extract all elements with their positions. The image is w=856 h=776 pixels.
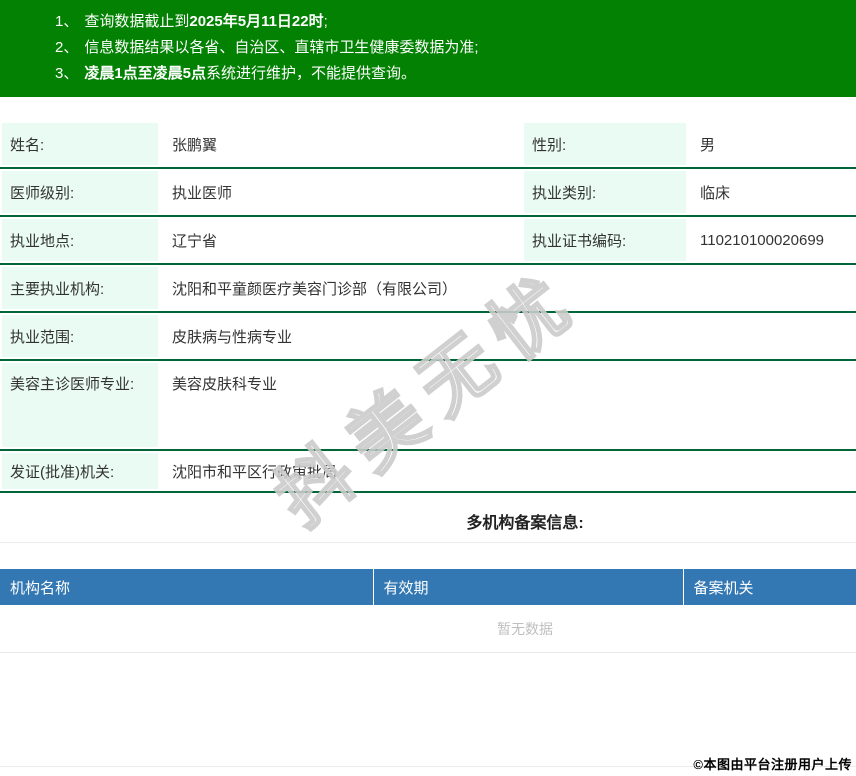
multi-org-section-title: 多机构备案信息: — [0, 509, 856, 529]
field-value-cosmetic-specialty: 美容皮肤科专业 — [160, 360, 856, 450]
notice-line-2: 2、信息数据结果以各省、自治区、直辖市卫生健康委数据为准; — [55, 35, 856, 61]
field-label-main-institution: 主要执业机构: — [0, 264, 160, 312]
notice-number: 1、 — [55, 13, 78, 30]
doctor-license-query-page: 1、查询数据截止到2025年5月11日22时; 2、信息数据结果以各省、自治区、… — [0, 0, 856, 776]
table-row: 执业地点: 辽宁省 执业证书编码: 110210100020699 — [0, 216, 856, 264]
notice-bold-text: 2025年5月11日22时 — [189, 13, 323, 30]
table-row: 执业范围: 皮肤病与性病专业 — [0, 312, 856, 360]
field-value-main-institution: 沈阳和平童颜医疗美容门诊部（有限公司） — [160, 264, 856, 312]
field-label-cosmetic-specialty: 美容主诊医师专业: — [0, 360, 160, 450]
notice-text: ; — [324, 13, 328, 30]
table-row: 发证(批准)机关: 沈阳市和平区行政审批局 — [0, 450, 856, 492]
notice-line-3: 3、凌晨1点至凌晨5点系统进行维护，不能提供查询。 — [55, 61, 856, 87]
column-header-institution: 机构名称 — [0, 569, 373, 605]
field-value-certificate-number: 110210100020699 — [688, 216, 856, 264]
column-header-validity: 有效期 — [373, 569, 683, 605]
notice-number: 3、 — [55, 65, 78, 82]
spacer — [0, 653, 856, 766]
field-value-name: 张鹏翼 — [160, 121, 522, 168]
practitioner-info-table: 姓名: 张鹏翼 性别: 男 医师级别: 执业医师 执业类别: 临床 执业地点: … — [0, 121, 856, 493]
field-value-gender: 男 — [688, 121, 856, 168]
notice-text: 信息数据结果以各省、自治区、直辖市卫生健康委数据为准; — [84, 39, 478, 56]
field-label-doctor-level: 医师级别: — [0, 168, 160, 216]
field-value-issuing-authority: 沈阳市和平区行政审批局 — [160, 450, 856, 492]
notice-number: 2、 — [55, 39, 78, 56]
field-value-doctor-level: 执业医师 — [160, 168, 522, 216]
field-label-gender: 性别: — [522, 121, 688, 168]
table-row: 姓名: 张鹏翼 性别: 男 — [0, 121, 856, 168]
column-header-filing-authority: 备案机关 — [683, 569, 856, 605]
divider — [0, 542, 856, 543]
notice-banner: 1、查询数据截止到2025年5月11日22时; 2、信息数据结果以各省、自治区、… — [0, 0, 856, 97]
records-header-row: 机构名称 有效期 备案机关 — [0, 569, 856, 605]
field-label-practice-location: 执业地点: — [0, 216, 160, 264]
field-value-practice-category: 临床 — [688, 168, 856, 216]
notice-text: 查询数据截止到 — [84, 13, 189, 30]
upload-credit-text: ©本图由平台注册用户上传 — [693, 754, 852, 773]
field-label-practice-category: 执业类别: — [522, 168, 688, 216]
field-label-name: 姓名: — [0, 121, 160, 168]
notice-text: 系统进行维护，不能提供查询。 — [206, 65, 416, 82]
notice-line-1: 1、查询数据截止到2025年5月11日22时; — [55, 9, 856, 35]
empty-data-message: 暂无数据 — [0, 605, 856, 653]
multi-org-records-table: 机构名称 有效期 备案机关 — [0, 569, 856, 605]
table-row: 医师级别: 执业医师 执业类别: 临床 — [0, 168, 856, 216]
field-value-practice-scope: 皮肤病与性病专业 — [160, 312, 856, 360]
notice-bold-text: 凌晨1点至凌晨5点 — [84, 65, 206, 82]
table-row: 美容主诊医师专业: 美容皮肤科专业 — [0, 360, 856, 450]
field-label-practice-scope: 执业范围: — [0, 312, 160, 360]
table-row: 主要执业机构: 沈阳和平童颜医疗美容门诊部（有限公司） — [0, 264, 856, 312]
field-value-practice-location: 辽宁省 — [160, 216, 522, 264]
field-label-issuing-authority: 发证(批准)机关: — [0, 450, 160, 492]
field-label-certificate-number: 执业证书编码: — [522, 216, 688, 264]
